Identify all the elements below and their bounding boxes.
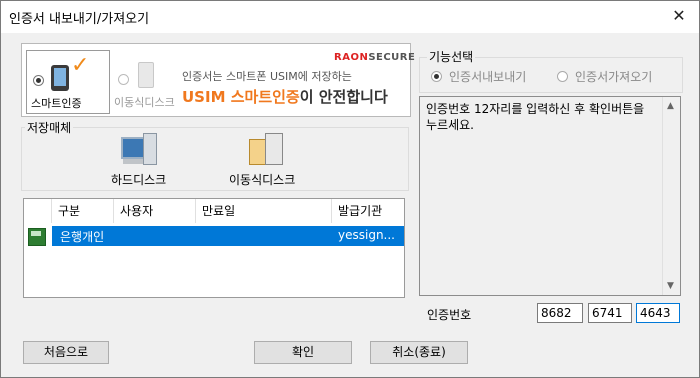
certificate-icon — [28, 228, 46, 246]
dialog-window: 인증서 내보내기/가져오기 ✕ ✓ 스마트인증 이동식디스크 RAONSECUR… — [0, 0, 700, 378]
smart-auth-option[interactable]: ✓ 스마트인증 — [26, 50, 110, 114]
cancel-button[interactable]: 취소(종료) — [370, 341, 468, 364]
import-radio-label[interactable]: 인증서가져오기 — [575, 68, 652, 85]
scroll-up-icon[interactable]: ▲ — [667, 101, 674, 111]
removable-disk-icon[interactable] — [249, 131, 283, 165]
auth-number-field-1[interactable] — [537, 303, 583, 323]
instruction-text: 인증번호 12자리를 입력하신 후 확인버튼을 누르세요. — [426, 102, 645, 132]
row-issuer: yessign... — [338, 228, 395, 242]
hard-disk-label[interactable]: 하드디스크 — [111, 171, 166, 188]
banner-text-line2: USIM 스마트인증이 안전합니다 — [182, 88, 388, 106]
raon-secure-logo: RAONSECURE — [334, 52, 416, 63]
ok-button[interactable]: 확인 — [254, 341, 352, 364]
message-scrollbar[interactable]: ▲ ▼ — [662, 97, 680, 295]
removable-disk-label[interactable]: 이동식디스크 — [229, 171, 295, 188]
storage-group-label: 저장매체 — [25, 119, 74, 136]
smartphone-icon — [51, 65, 69, 91]
promo-banner: ✓ 스마트인증 이동식디스크 RAONSECURE 인증서는 스마트폰 USIM… — [21, 43, 415, 117]
list-header-issuer[interactable]: 발급기관 — [332, 199, 404, 223]
list-header-user[interactable]: 사용자 — [114, 199, 196, 223]
banner-text-line1: 인증서는 스마트폰 USIM에 저장하는 — [182, 70, 352, 83]
auth-number-field-2[interactable] — [588, 303, 632, 323]
removable-option-radio[interactable] — [118, 74, 129, 85]
smart-auth-label: 스마트인증 — [31, 97, 82, 110]
list-header-type[interactable]: 구분 — [52, 199, 114, 223]
list-header-expires[interactable]: 만료일 — [196, 199, 332, 223]
smart-auth-radio[interactable] — [33, 75, 44, 86]
usb-drive-icon — [138, 62, 154, 88]
title-bar: 인증서 내보내기/가져오기 ✕ — [1, 1, 699, 33]
table-row[interactable]: 은행개인 yessign... — [24, 226, 404, 246]
function-group-label: 기능선택 — [427, 48, 476, 65]
message-textarea[interactable]: 인증번호 12자리를 입력하신 후 확인버튼을 누르세요. ▲ ▼ — [419, 96, 681, 296]
window-title: 인증서 내보내기/가져오기 — [9, 12, 150, 27]
hard-disk-icon[interactable] — [121, 133, 157, 165]
scroll-down-icon[interactable]: ▼ — [667, 281, 674, 291]
list-header-icon-col — [24, 199, 52, 223]
row-type: 은행개인 — [60, 230, 105, 244]
auth-number-field-3[interactable] — [636, 303, 680, 323]
storage-group — [21, 127, 409, 191]
certificate-list[interactable]: 구분 사용자 만료일 발급기관 은행개인 yessign... — [23, 198, 405, 298]
import-radio[interactable] — [557, 71, 568, 82]
first-button[interactable]: 처음으로 — [23, 341, 109, 364]
removable-option-label: 이동식디스크 — [114, 96, 175, 109]
checkmark-icon: ✓ — [71, 53, 90, 78]
export-radio-label[interactable]: 인증서내보내기 — [449, 68, 526, 85]
auth-number-label: 인증번호 — [427, 308, 472, 322]
close-button[interactable]: ✕ — [667, 5, 691, 27]
export-radio[interactable] — [431, 71, 442, 82]
